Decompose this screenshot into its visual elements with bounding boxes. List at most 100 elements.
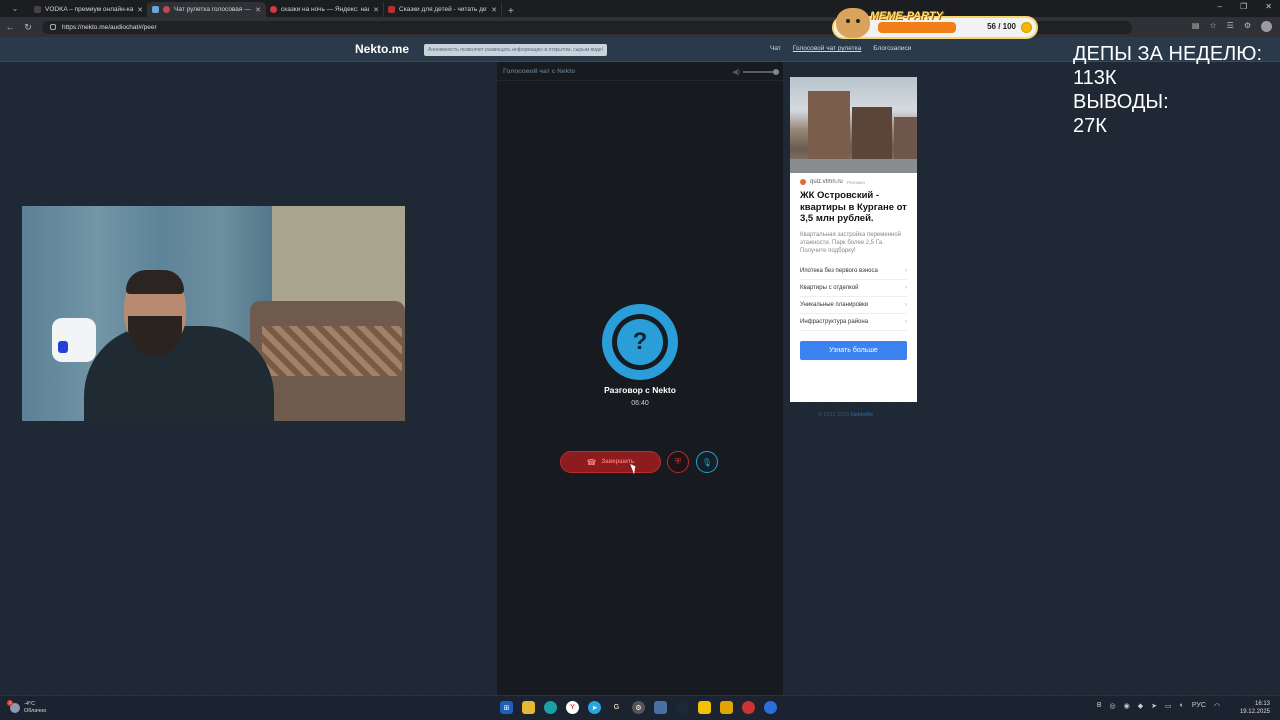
- tab-title: VODKA – премиум онлайн-кази: [45, 6, 134, 13]
- tab-favicon-icon: [34, 6, 41, 13]
- deposit-stats: ДЕПЫ ЗА НЕДЕЛЮ: 113К ВЫВОДЫ: 27К: [1073, 42, 1262, 138]
- ad-cta-button[interactable]: Узнать больше: [800, 340, 907, 360]
- telegram-tray-icon[interactable]: ➤: [1151, 702, 1157, 710]
- volume-icon[interactable]: ◀): [732, 68, 740, 76]
- file-explorer-icon[interactable]: [522, 701, 535, 714]
- tab-yandex[interactable]: сказки на ночь — Яндекс: нашл ✕: [266, 2, 384, 17]
- screen: ⌄ VODKA – премиум онлайн-кази ✕ Чат руле…: [0, 0, 1280, 720]
- extensions-icon[interactable]: ⚙: [1244, 21, 1251, 32]
- phone-hangup-icon: ☎: [586, 457, 597, 467]
- peer-name: Разговор с Nekto: [604, 385, 676, 395]
- close-icon[interactable]: ✕: [491, 6, 497, 14]
- app-icon[interactable]: [654, 701, 667, 714]
- volume-thumb[interactable]: [773, 69, 779, 75]
- tray-app-icon[interactable]: ◎: [1110, 702, 1116, 710]
- doge-eye: [846, 19, 850, 23]
- tab-favicon-icon: [270, 6, 277, 13]
- streamer-hair: [126, 270, 184, 294]
- app-icon[interactable]: [698, 701, 711, 714]
- clock[interactable]: 16:13 19.12.2025: [1240, 700, 1270, 716]
- nav-chat[interactable]: Чат: [770, 45, 781, 52]
- ad-links: Ипотека без первого взноса › Квартиры с о…: [800, 263, 907, 331]
- tab-skazki[interactable]: Сказки для детей - читать детск ✕: [384, 2, 502, 17]
- ad-image[interactable]: [790, 77, 917, 173]
- shield-icon: ⛨: [675, 457, 681, 466]
- tab-controls[interactable]: ⌄: [0, 0, 30, 17]
- close-icon[interactable]: ✕: [373, 6, 379, 14]
- ad-building: [894, 117, 917, 159]
- app-icon[interactable]: G: [610, 701, 623, 714]
- ad-description: Квартальная застройка переменной этажнос…: [800, 231, 902, 254]
- new-tab-icon[interactable]: +: [508, 6, 514, 17]
- nav-blog[interactable]: Блогозаписи: [873, 45, 911, 52]
- settings-icon[interactable]: ⚙: [632, 701, 645, 714]
- system-tray: B ◎ ◉ ◆ ➤ ▭ ◐ РУС ◠: [1097, 702, 1220, 710]
- mute-button[interactable]: 🎙︎: [696, 451, 718, 473]
- weather-widget[interactable]: 1 -4°C Облачно: [7, 700, 46, 715]
- ad-link[interactable]: Квартиры с отделкой ›: [800, 280, 907, 297]
- taskbar-apps: ⊞ Y ➤ G ⚙: [500, 701, 777, 714]
- chevron-right-icon: ›: [905, 284, 907, 291]
- tab-title: Сказки для детей - читать детск: [399, 6, 488, 13]
- telegram-icon[interactable]: ➤: [588, 701, 601, 714]
- anonymity-notice: Анонимность позволяет размещать информац…: [424, 44, 608, 56]
- question-icon: ?: [617, 319, 663, 365]
- site-info-icon[interactable]: [50, 24, 56, 30]
- call-timer: 06:40: [631, 400, 649, 407]
- clock-time: 16:13: [1254, 701, 1270, 707]
- menu-icon[interactable]: ☰: [1227, 21, 1234, 32]
- copyright-link[interactable]: NektoMe: [851, 412, 873, 418]
- nav-voice-roulette[interactable]: Голосовой чат рулетка: [793, 45, 861, 52]
- meme-count: 56 / 100: [987, 22, 1016, 31]
- minimize-icon[interactable]: –: [1218, 2, 1222, 11]
- volume-tray-icon[interactable]: ◐: [1180, 702, 1184, 710]
- bookmark-icon[interactable]: ☆: [1209, 21, 1216, 32]
- app-icon[interactable]: [764, 701, 777, 714]
- report-button[interactable]: ⛨: [667, 451, 689, 473]
- avatar-ring: ?: [612, 314, 668, 370]
- tray-app-icon[interactable]: B: [1097, 702, 1102, 710]
- reader-icon[interactable]: ▤: [1192, 21, 1200, 32]
- microphone-light: [58, 341, 68, 353]
- stats-withdrawals-value: 27К: [1073, 115, 1107, 137]
- windows-taskbar: 1 -4°C Облачно ⊞ Y ➤ G ⚙ B ◎ ◉ ◆ ➤ ▭ ◐ Р…: [0, 695, 1280, 720]
- advertisement[interactable]: quiz.vtmn.ru Реклама ЖК Островский - ква…: [790, 77, 917, 402]
- wifi-icon[interactable]: ◠: [1214, 702, 1220, 710]
- tab-menu-icon[interactable]: ⌄: [12, 4, 19, 13]
- close-icon[interactable]: ✕: [255, 6, 261, 14]
- app-icon[interactable]: [720, 701, 733, 714]
- temperature: -4°C: [24, 701, 36, 707]
- stats-deposits-value: 113К: [1073, 67, 1117, 89]
- obs-icon[interactable]: [742, 701, 755, 714]
- close-window-icon[interactable]: ✕: [1265, 2, 1272, 11]
- ad-source-icon: [800, 179, 806, 185]
- ad-title[interactable]: ЖК Островский - квартиры в Кургане от 3,…: [800, 190, 907, 225]
- tab-vodka[interactable]: VODKA – премиум онлайн-кази ✕: [30, 2, 148, 17]
- stats-deposits-label: ДЕПЫ ЗА НЕДЕЛЮ:: [1073, 43, 1263, 65]
- volume-control[interactable]: ◀): [732, 68, 779, 76]
- yandex-icon[interactable]: Y: [566, 701, 579, 714]
- end-call-button[interactable]: ☎ Завершить: [560, 451, 661, 473]
- copyright: © 2011-2025 NektoMe: [818, 412, 873, 418]
- profile-avatar[interactable]: [1261, 21, 1272, 32]
- ad-source[interactable]: quiz.vtmn.ru Реклама: [800, 179, 907, 185]
- ad-link[interactable]: Инфраструктура района ›: [800, 314, 907, 331]
- network-icon[interactable]: ▭: [1165, 702, 1172, 710]
- close-icon[interactable]: ✕: [137, 6, 143, 14]
- reload-icon[interactable]: ↻: [20, 22, 36, 33]
- maximize-icon[interactable]: ❐: [1240, 2, 1247, 11]
- site-logo[interactable]: Nekto.me: [355, 42, 409, 56]
- volume-slider[interactable]: [743, 69, 779, 75]
- start-icon[interactable]: ⊞: [500, 701, 513, 714]
- tray-app-icon[interactable]: ◆: [1138, 702, 1143, 710]
- chevron-right-icon: ›: [905, 318, 907, 325]
- ad-link[interactable]: Ипотека без первого взноса ›: [800, 263, 907, 280]
- steam-icon[interactable]: [676, 701, 689, 714]
- clock-date: 19.12.2025: [1239, 709, 1270, 715]
- tab-nekto[interactable]: Чат рулетка голосовая — N ✕: [148, 2, 266, 17]
- language-indicator[interactable]: РУС: [1192, 702, 1206, 710]
- back-icon[interactable]: ←: [2, 22, 18, 32]
- edge-icon[interactable]: [544, 701, 557, 714]
- tray-app-icon[interactable]: ◉: [1124, 702, 1130, 710]
- ad-link[interactable]: Уникальные планировки ›: [800, 297, 907, 314]
